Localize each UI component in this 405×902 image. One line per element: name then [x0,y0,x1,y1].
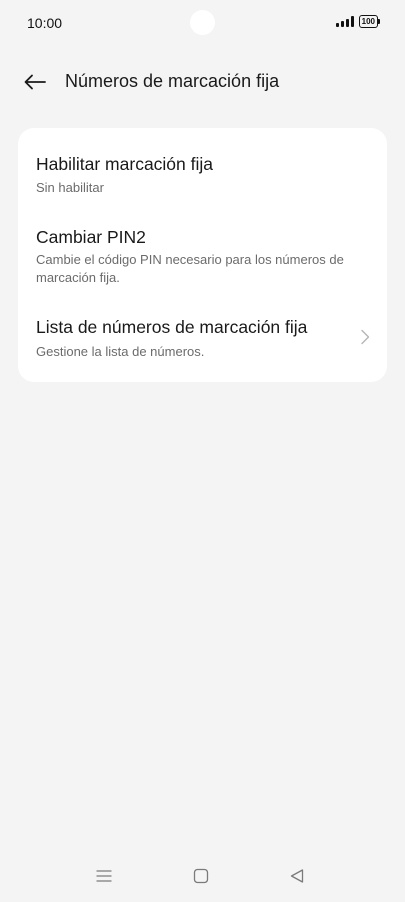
battery-icon: 100 [358,15,381,28]
screen: 10:00 100 Números de marcación fija Habi… [0,0,405,902]
menu-icon [96,870,112,882]
setting-title: Lista de números de marcación fija [36,317,308,337]
navigation-bar [0,852,405,902]
camera-cutout [190,10,215,35]
setting-subtitle: Sin habilitar [36,180,104,195]
page-title: Números de marcación fija [65,71,280,91]
setting-title: Habilitar marcación fija [36,154,214,174]
app-header: Números de marcación fija [0,62,405,102]
back-triangle-icon [290,869,304,883]
setting-subtitle: Gestione la lista de números. [36,344,205,359]
back-button[interactable] [22,70,48,94]
fixed-dialing-list-item[interactable]: Lista de números de marcación fija Gesti… [18,306,387,372]
signal-icon [335,16,354,27]
arrow-left-icon [24,74,46,90]
setting-subtitle: Cambie el código PIN necesario para los … [36,252,344,285]
chevron-right-icon [361,329,370,345]
setting-title: Cambiar PIN2 [36,227,146,247]
enable-fixed-dialing-item[interactable]: Habilitar marcación fija Sin habilitar [18,128,387,204]
nav-home-button[interactable] [191,866,211,886]
battery-level: 100 [361,17,375,26]
status-bar: 10:00 100 [0,0,405,46]
change-pin2-item[interactable]: Cambiar PIN2 Cambie el código PIN necesa… [18,214,387,298]
settings-card: Habilitar marcación fija Sin habilitar C… [18,128,387,382]
status-time: 10:00 [27,15,63,31]
nav-menu-button[interactable] [94,866,114,886]
nav-back-button[interactable] [287,866,307,886]
status-icons: 100 [335,15,381,28]
home-square-icon [193,868,209,884]
